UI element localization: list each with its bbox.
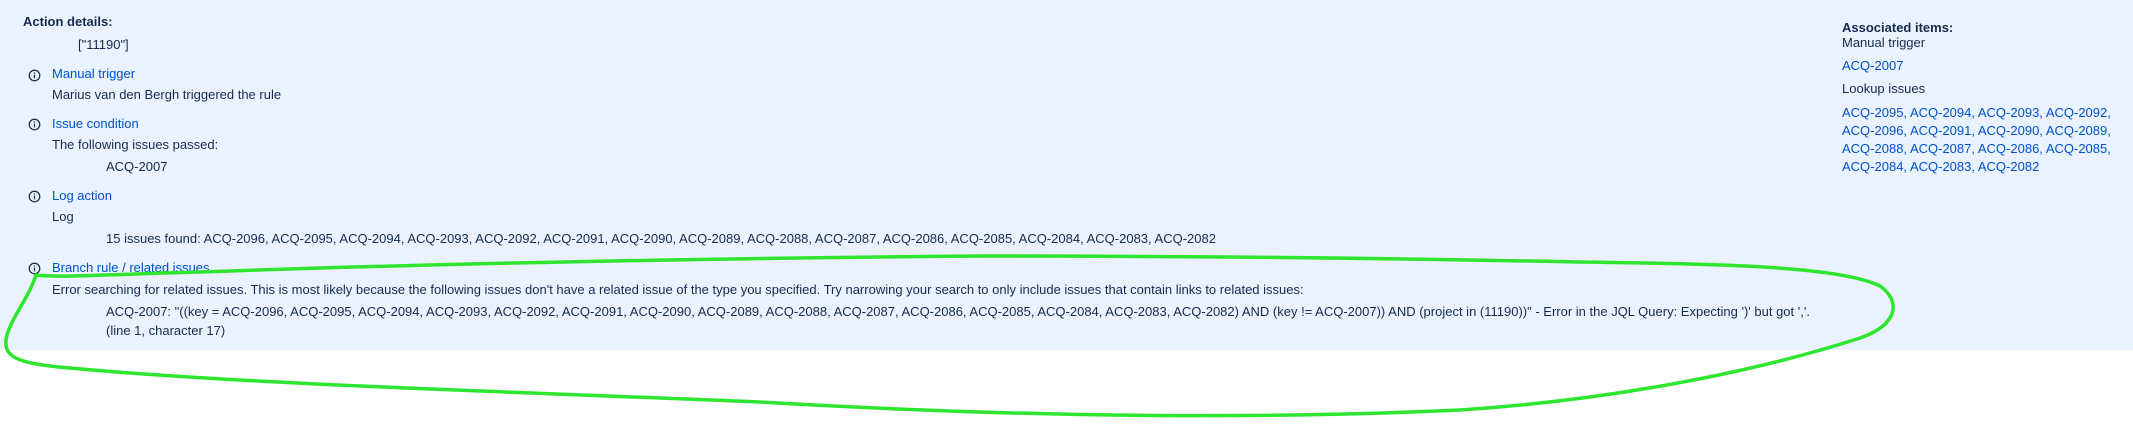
- lookup-issue-link[interactable]: ACQ-2082: [1978, 159, 2039, 174]
- lookup-issue-link[interactable]: ACQ-2088: [1842, 141, 1903, 156]
- lookup-issues-list: ACQ-2095, ACQ-2094, ACQ-2093, ACQ-2092, …: [1842, 104, 2117, 176]
- branch-rule-error-detail: ACQ-2007: "((key = ACQ-2096, ACQ-2095, A…: [106, 304, 1810, 338]
- lookup-issue-link[interactable]: ACQ-2093: [1978, 105, 2039, 120]
- lookup-issue-link[interactable]: ACQ-2090: [1978, 123, 2039, 138]
- lookup-issue-link[interactable]: ACQ-2091: [1910, 123, 1971, 138]
- branch-rule-link[interactable]: Branch rule / related issues: [52, 260, 210, 275]
- action-details-value: ["11190"]: [78, 37, 129, 52]
- lookup-issue-link[interactable]: ACQ-2094: [1910, 105, 1971, 120]
- branch-rule-error: Error searching for related issues. This…: [52, 282, 1304, 297]
- lookup-issue-link[interactable]: ACQ-2084: [1842, 159, 1903, 174]
- audit-log-detail-panel: Action details: ["11190"] Manual trigger…: [0, 0, 2133, 350]
- issue-condition-link[interactable]: Issue condition: [52, 116, 139, 131]
- issue-condition-issue: ACQ-2007: [106, 159, 168, 174]
- info-circle-icon: [28, 118, 41, 131]
- lookup-issue-link[interactable]: ACQ-2083: [1910, 159, 1971, 174]
- associated-manual-trigger-issue-link[interactable]: ACQ-2007: [1842, 58, 1903, 73]
- info-circle-icon: [28, 190, 41, 203]
- lookup-issue-link[interactable]: ACQ-2089: [2046, 123, 2107, 138]
- lookup-issue-link[interactable]: ACQ-2095: [1842, 105, 1903, 120]
- list-separator: ,: [2107, 123, 2111, 138]
- log-action-message: 15 issues found: ACQ-2096, ACQ-2095, ACQ…: [106, 231, 1216, 246]
- associated-manual-trigger-label: Manual trigger: [1842, 35, 1926, 50]
- log-action-description: Log: [52, 209, 74, 224]
- log-action-link[interactable]: Log action: [52, 188, 112, 203]
- lookup-issue-link[interactable]: ACQ-2085: [2046, 141, 2107, 156]
- manual-trigger-description: Marius van den Bergh triggered the rule: [52, 87, 282, 102]
- lookup-issue-link[interactable]: ACQ-2096: [1842, 123, 1903, 138]
- lookup-issue-link[interactable]: ACQ-2087: [1910, 141, 1971, 156]
- list-separator: ,: [2107, 105, 2111, 120]
- lookup-issues-label: Lookup issues: [1842, 81, 1926, 96]
- manual-trigger-link[interactable]: Manual trigger: [52, 66, 135, 81]
- lookup-issue-link[interactable]: ACQ-2092: [2046, 105, 2107, 120]
- issue-condition-description: The following issues passed:: [52, 137, 219, 152]
- info-circle-icon: [28, 262, 41, 275]
- info-circle-icon: [28, 69, 41, 82]
- associated-items-heading: Associated items:: [1842, 20, 1954, 35]
- list-separator: ,: [2107, 141, 2111, 156]
- action-details-heading: Action details:: [23, 14, 113, 29]
- lookup-issue-link[interactable]: ACQ-2086: [1978, 141, 2039, 156]
